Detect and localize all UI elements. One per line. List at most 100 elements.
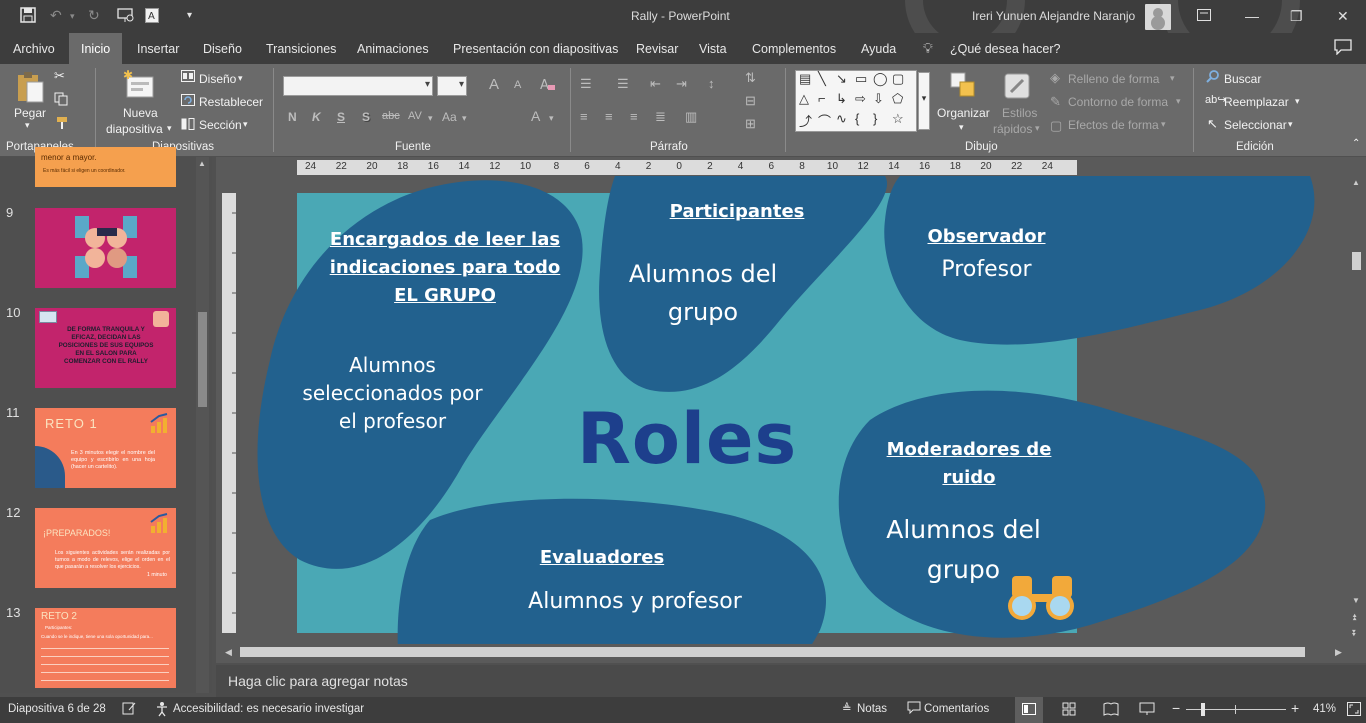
columns-icon[interactable]: ▥	[685, 109, 697, 125]
next-slide-icon[interactable]: ⏬︎	[1352, 628, 1357, 639]
arrow-shape-icon[interactable]: ↘	[836, 71, 847, 87]
cut-icon[interactable]: ✂	[54, 68, 65, 84]
brace-right-shape-icon[interactable]: }	[873, 111, 877, 126]
restore-icon[interactable]: ❐	[1290, 8, 1303, 25]
present-from-start-icon[interactable]	[117, 7, 135, 25]
tab-inicio[interactable]: Inicio	[69, 33, 123, 65]
thumbnail-partial[interactable]: menor a mayor. Es más fácil si eligen un…	[35, 147, 176, 187]
align-center-icon[interactable]: ≡	[605, 109, 613, 124]
decrease-indent-icon[interactable]: ⇤	[650, 76, 661, 92]
new-slide-label-1[interactable]: Nueva	[123, 106, 158, 120]
prev-slide-icon[interactable]: ⏫︎	[1352, 612, 1357, 623]
shape-effects-dropdown-icon[interactable]: ▾	[1161, 119, 1166, 130]
layout-dropdown-icon[interactable]: ▾	[238, 73, 243, 84]
quick-styles-label-2[interactable]: rápidos	[993, 122, 1032, 136]
slide-count[interactable]: Diapositiva 6 de 28	[8, 703, 106, 715]
moderadores-title[interactable]: Moderadores de ruido	[865, 436, 1073, 492]
ribbon-display-icon[interactable]	[1197, 8, 1211, 24]
thumbnail-slide-13[interactable]: RETO 2 Participantes: Cuando se le indiq…	[35, 608, 176, 688]
reset-button[interactable]: Restablecer	[199, 95, 263, 109]
editor-horizontal-scrollbar[interactable]: ◀ ▶	[222, 645, 1349, 660]
layout-icon[interactable]	[181, 70, 195, 85]
brace-left-shape-icon[interactable]: {	[855, 111, 859, 126]
shapes-gallery-more-icon[interactable]: ▾	[918, 72, 930, 130]
paste-icon[interactable]	[14, 70, 46, 109]
tab-diseno[interactable]: Diseño	[203, 42, 242, 56]
bullets-icon[interactable]: ☰	[580, 76, 592, 92]
increase-indent-icon[interactable]: ⇥	[676, 76, 687, 92]
smartart-icon[interactable]: ⊞	[745, 116, 756, 132]
rounded-rect-shape-icon[interactable]: ▢	[892, 71, 904, 87]
numbering-icon[interactable]: ☰	[617, 76, 629, 92]
thumbnail-slide-12[interactable]: ¡PREPARADOS! Los siguientes actividades …	[35, 508, 176, 588]
tab-animaciones[interactable]: Animaciones	[357, 42, 429, 56]
decrease-font-button[interactable]: A	[514, 79, 521, 91]
moderadores-body[interactable]: Alumnos del grupo	[857, 510, 1070, 590]
shape-outline-button[interactable]: Contorno de forma	[1068, 95, 1168, 109]
triangle-shape-icon[interactable]: △	[799, 91, 809, 107]
elbow-arrow-shape-icon[interactable]: ↳	[836, 91, 847, 107]
clear-format-icon[interactable]: A	[540, 76, 556, 95]
evaluadores-body[interactable]: Alumnos y profesor	[500, 589, 770, 614]
accessibility-status[interactable]: Accesibilidad: es necesario investigar	[173, 703, 364, 715]
font-color-button[interactable]: A	[531, 108, 540, 124]
paste-button[interactable]: Pegar	[14, 106, 46, 120]
editor-vertical-scrollbar[interactable]: ▲ ▼ ⏫︎ ⏬︎	[1350, 176, 1363, 644]
participantes-title[interactable]: Participantes	[637, 201, 837, 222]
line-shape-icon[interactable]: ╲	[818, 71, 826, 87]
tab-archivo[interactable]: Archivo	[13, 42, 55, 56]
accessibility-icon[interactable]	[155, 701, 171, 720]
select-dropdown-icon[interactable]: ▾	[1288, 119, 1293, 130]
font-style-icon[interactable]: A	[145, 8, 159, 26]
notes-toggle-button[interactable]: Notas	[857, 703, 887, 715]
horizontal-ruler[interactable]: 24 22 20 18 16 14 12 10 8 6 4 2 0 2 4 6 8 10 12 14 16 18 20 22 2…	[297, 160, 1077, 175]
font-color-dropdown-icon[interactable]: ▾	[549, 113, 554, 124]
notes-toggle-icon[interactable]: ≜	[842, 701, 852, 715]
tab-revisar[interactable]: Revisar	[636, 42, 678, 56]
text-direction-icon[interactable]: ⇅	[745, 70, 756, 86]
scroll-down-icon[interactable]: ▼	[1352, 596, 1360, 605]
italic-button[interactable]: K	[312, 110, 321, 124]
user-name[interactable]: Ireri Yunuen Alejandre Naranjo	[972, 9, 1135, 23]
undo-dropdown-icon[interactable]: ▾	[70, 11, 75, 29]
pentagon-shape-icon[interactable]: ⬠	[892, 91, 903, 107]
tab-insertar[interactable]: Insertar	[137, 42, 179, 56]
strikethrough-button[interactable]: abc	[382, 110, 400, 122]
encargados-body[interactable]: Alumnos seleccionados por el profesor	[285, 351, 500, 435]
scroll-up-icon[interactable]: ▲	[1352, 178, 1360, 187]
line-spacing-icon[interactable]: ↕	[708, 76, 715, 91]
vertical-ruler[interactable]	[222, 193, 236, 633]
slideshow-view-icon[interactable]	[1139, 702, 1155, 719]
observador-body[interactable]: Profesor	[900, 257, 1073, 282]
arrange-icon[interactable]	[948, 70, 978, 103]
increase-font-button[interactable]: A	[489, 76, 499, 93]
observador-title[interactable]: Observador	[900, 226, 1073, 247]
change-case-button[interactable]: Aa	[442, 110, 457, 124]
curve-shape-icon[interactable]: ⤴	[799, 111, 812, 130]
scroll-left-icon[interactable]: ◀	[225, 647, 232, 658]
find-button[interactable]: Buscar	[1224, 72, 1261, 86]
zoom-level[interactable]: 41%	[1313, 703, 1336, 715]
replace-button[interactable]: Reemplazar	[1224, 95, 1289, 109]
align-text-icon[interactable]: ⊟	[745, 93, 756, 109]
comments-toggle-button[interactable]: Comentarios	[924, 703, 989, 715]
new-slide-icon[interactable]: ✱	[123, 68, 155, 102]
align-left-icon[interactable]: ≡	[580, 109, 588, 124]
freeform-shape-icon[interactable]: ∿	[836, 111, 847, 127]
shadow-button[interactable]: S	[362, 110, 370, 124]
arrange-dropdown-icon[interactable]: ▾	[959, 122, 964, 133]
new-slide-label-2[interactable]: diapositiva	[106, 122, 163, 136]
shapes-gallery[interactable]: ▤ ╲ ↘ ▭ ◯ ▢ △ ⌐ ↳ ⇨ ⇩ ⬠ ⤴ ⌒ ∿ { } ☆	[795, 70, 917, 132]
paste-dropdown-icon[interactable]: ▾	[25, 120, 30, 131]
thumbnail-slide-10[interactable]: DE FORMA TRANQUILA Y EFICAZ, DECIDAN LAS…	[35, 308, 176, 388]
notes-pane[interactable]: Haga clic para agregar notas	[216, 665, 1366, 697]
lightbulb-icon[interactable]: 💡︎	[923, 40, 933, 57]
new-slide-dropdown-icon[interactable]: ▾	[167, 123, 172, 134]
underline-button[interactable]: S	[337, 110, 345, 124]
scroll-right-icon[interactable]: ▶	[1335, 647, 1342, 658]
editor-hscroll-thumb[interactable]	[240, 647, 1305, 657]
encargados-title[interactable]: Encargados de leer las indicaciones para…	[310, 226, 580, 310]
fit-slide-icon[interactable]	[1347, 702, 1361, 719]
close-icon[interactable]: ✕	[1337, 8, 1349, 25]
tab-transiciones[interactable]: Transiciones	[266, 42, 336, 56]
